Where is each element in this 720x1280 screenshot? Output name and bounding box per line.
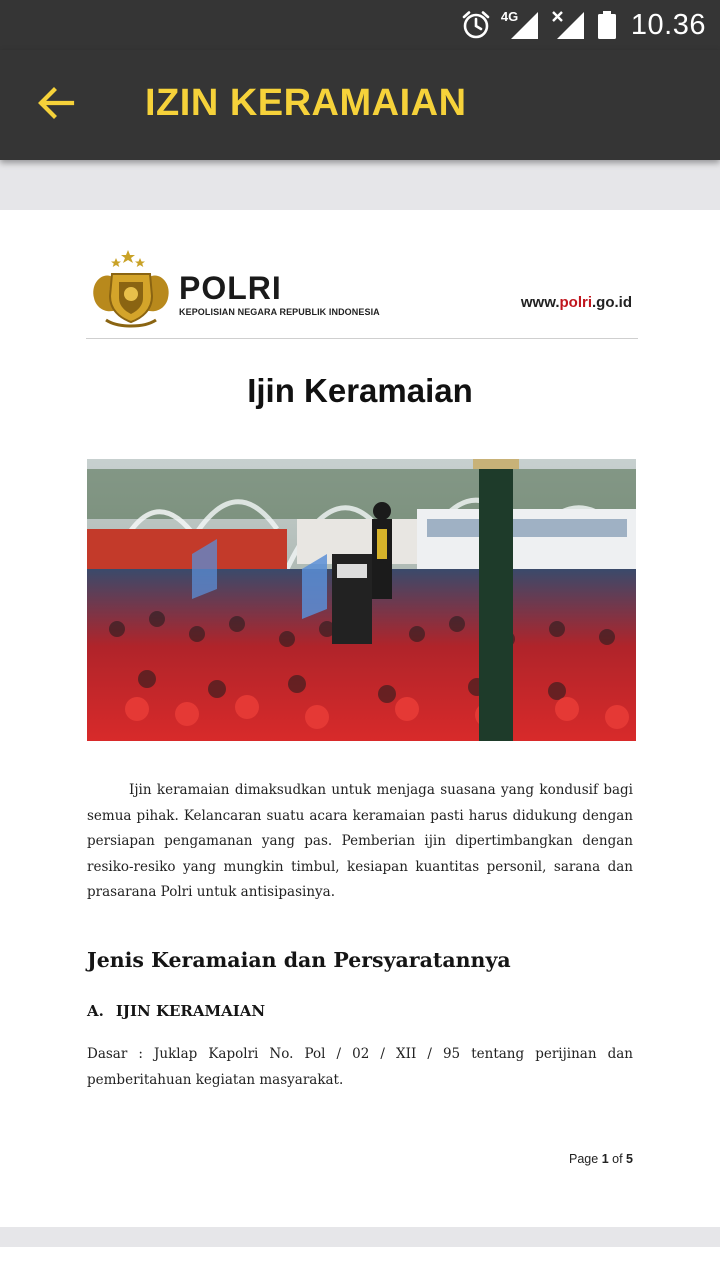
header-divider (86, 338, 638, 339)
crowd-photo (87, 459, 636, 741)
url-suffix: .go.id (592, 294, 632, 311)
page-of: of (612, 1152, 623, 1166)
back-button[interactable] (30, 83, 82, 127)
page-prefix: Page (569, 1152, 599, 1166)
page-total: 5 (626, 1152, 633, 1166)
url-highlight: polri (559, 294, 593, 311)
intro-text: Ijin keramaian dimaksudkan untuk menjaga… (87, 782, 633, 900)
org-name: POLRI (179, 270, 282, 306)
signal-4g-icon: 4G (500, 9, 539, 40)
next-page-edge (0, 1247, 720, 1280)
alarm-icon (461, 10, 491, 40)
document-title: Ijin Keramaian (247, 372, 473, 409)
status-bar: 4G 10.36 (0, 0, 720, 50)
url-prefix: www. (520, 294, 560, 311)
website-url: www.polri.go.id (521, 294, 632, 311)
subsection-heading: A. IJIN KERAMAIAN (87, 1002, 265, 1020)
document-page[interactable]: POLRI KEPOLISIAN NEGARA REPUBLIK INDONES… (0, 210, 720, 1227)
polri-emblem-icon (86, 248, 176, 335)
basis-paragraph: Dasar : Juklap Kapolri No. Pol / 02 / XI… (87, 1046, 633, 1088)
signal-no-service-icon (551, 10, 585, 40)
org-subtitle: KEPOLISIAN NEGARA REPUBLIK INDONESIA (179, 307, 380, 317)
status-icons: 4G 10.36 (449, 0, 706, 50)
intro-paragraph: Ijin keramaian dimaksudkan untuk menjaga… (87, 778, 633, 906)
page-current: 1 (601, 1152, 609, 1166)
battery-icon (597, 10, 617, 40)
page-number: Page 1 of 5 (569, 1152, 633, 1166)
document-header: POLRI KEPOLISIAN NEGARA REPUBLIK INDONES… (86, 248, 638, 340)
subsection-title: IJIN KERAMAIAN (115, 1002, 266, 1020)
app-title: IZIN KERAMAIAN (145, 82, 467, 124)
subsection-label: A. (87, 1002, 104, 1020)
section-heading: Jenis Keramaian dan Persyaratannya (87, 948, 511, 972)
arrow-left-icon (36, 85, 76, 126)
network-label: 4G (500, 9, 519, 24)
clock: 10.36 (630, 8, 706, 41)
app-bar: IZIN KERAMAIAN (0, 50, 720, 160)
